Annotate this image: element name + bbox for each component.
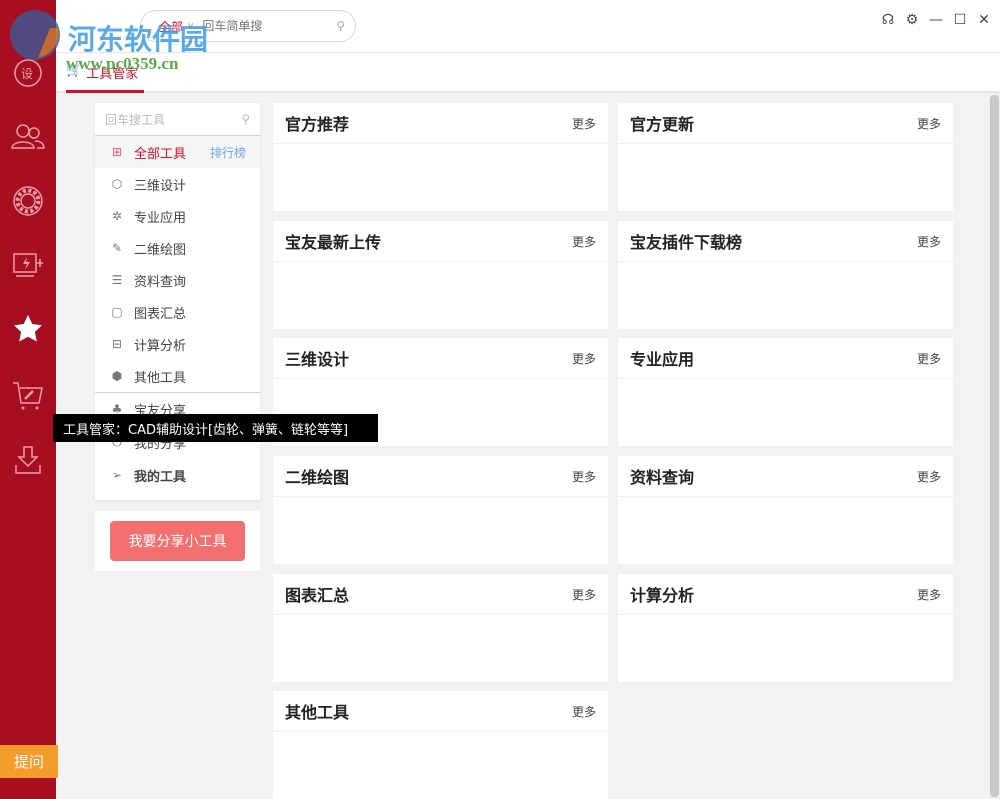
scrollbar[interactable] [989, 93, 1000, 799]
category-label: 图表汇总 [134, 306, 187, 322]
more-link[interactable]: 更多 [572, 233, 596, 250]
bearing-icon[interactable] [10, 183, 46, 219]
section-title: 资料查询 [630, 468, 695, 487]
section-title: 官方推荐 [285, 115, 350, 134]
more-link[interactable]: 更多 [917, 233, 941, 250]
section-title: 二维绘图 [285, 468, 350, 487]
chart-doc-icon: ▢ [111, 305, 123, 319]
section-card: 官方更新 更多 [618, 103, 953, 211]
more-link[interactable]: 更多 [917, 586, 941, 603]
cart-wrench-icon[interactable] [10, 378, 46, 414]
headset-icon[interactable]: ☊ [880, 12, 896, 28]
category-charts[interactable]: ▢ 图表汇总 [95, 296, 260, 328]
section-card: 宝友最新上传 更多 [273, 221, 608, 329]
search-scope-select[interactable]: 全部 [159, 18, 183, 35]
category-3d-design[interactable]: ⬡ 三维设计 [95, 168, 260, 200]
more-link[interactable]: 更多 [572, 115, 596, 132]
more-link[interactable]: 更多 [917, 468, 941, 485]
category-label: 专业应用 [134, 210, 187, 226]
category-all-tools[interactable]: ⊞ 全部工具 排行榜 [95, 136, 260, 168]
svg-text:设: 设 [21, 67, 33, 81]
section-card: 二维绘图 更多 [273, 456, 608, 564]
section-card: 计算分析 更多 [618, 574, 953, 682]
category-label: 其他工具 [134, 370, 187, 386]
section-title: 宝友插件下载榜 [630, 233, 743, 252]
gear-icon[interactable]: ⚙ [904, 12, 920, 28]
ranking-link[interactable]: 排行榜 [210, 144, 246, 161]
menu-label: 我的工具 [134, 469, 187, 485]
section-title: 专业应用 [630, 350, 695, 369]
chevron-down-icon[interactable]: ∨ [187, 21, 194, 32]
section-card: 专业应用 更多 [618, 338, 953, 446]
more-link[interactable]: 更多 [917, 350, 941, 367]
gear-ring-icon: ✲ [111, 209, 123, 223]
tab-label: 工具管家 [86, 67, 139, 82]
more-link[interactable]: 更多 [572, 350, 596, 367]
left-rail: 设 [0, 0, 56, 799]
category-label: 计算分析 [134, 338, 187, 354]
more-link[interactable]: 更多 [917, 115, 941, 132]
global-search: 全部 ∨ ⚲ [140, 10, 356, 42]
more-link[interactable]: 更多 [572, 468, 596, 485]
share-panel: 我要分享小工具 [95, 511, 260, 571]
star-icon[interactable] [10, 311, 46, 347]
cube-icon: ⬡ [111, 177, 123, 191]
category-label: 全部工具 [134, 146, 187, 162]
section-card: 宝友插件下载榜 更多 [618, 221, 953, 329]
category-2d-drawing[interactable]: ✎ 二维绘图 [95, 232, 260, 264]
section-title: 宝友最新上传 [285, 233, 382, 252]
ask-question-button[interactable]: 提问 [0, 745, 58, 778]
section-card: 官方推荐 更多 [273, 103, 608, 211]
search-icon[interactable]: ⚲ [241, 112, 250, 126]
section-title: 三维设计 [285, 350, 350, 369]
category-label: 资料查询 [134, 274, 187, 290]
share-tool-button[interactable]: 我要分享小工具 [110, 521, 245, 561]
category-label: 三维设计 [134, 178, 187, 194]
category-calculation[interactable]: ⊟ 计算分析 [95, 328, 260, 360]
section-title: 图表汇总 [285, 586, 350, 605]
search-icon[interactable]: ⚲ [336, 19, 345, 33]
calculator-icon: ⊟ [111, 337, 123, 351]
grid-icon: ⊞ [111, 145, 123, 159]
section-title: 计算分析 [630, 586, 695, 605]
section-card: 资料查询 更多 [618, 456, 953, 564]
section-title: 官方更新 [630, 115, 695, 134]
design-icon[interactable]: 设 [10, 55, 46, 91]
tooltip: 工具管家：CAD辅助设计[齿轮、弹簧、链轮等等] [53, 414, 378, 442]
maximize-icon[interactable]: ☐ [952, 12, 968, 28]
motor-icon[interactable] [10, 246, 46, 282]
section-card: 图表汇总 更多 [273, 574, 608, 682]
category-professional[interactable]: ✲ 专业应用 [95, 200, 260, 232]
minimize-icon[interactable]: — [928, 12, 944, 28]
category-label: 二维绘图 [134, 242, 187, 258]
close-icon[interactable]: ✕ [976, 12, 992, 28]
scrollbar-thumb[interactable] [990, 95, 999, 797]
tool-search[interactable]: 回车搜工具 ⚲ [95, 103, 260, 136]
section-card: 其他工具 更多 [273, 691, 608, 799]
more-link[interactable]: 更多 [572, 703, 596, 720]
top-bar: 全部 ∨ ⚲ ☊ ⚙ — ☐ ✕ [56, 0, 1000, 53]
hex-icon: ⬢ [111, 369, 123, 383]
global-search-input[interactable] [202, 19, 337, 33]
category-data-query[interactable]: ☰ 资料查询 [95, 264, 260, 296]
tool-search-input[interactable]: 回车搜工具 [105, 111, 165, 128]
tab-bar: 🛒 工具管家 [56, 53, 1000, 93]
send-icon: ➢ [111, 468, 123, 482]
database-icon: ☰ [111, 273, 123, 287]
users-icon[interactable] [10, 118, 46, 154]
drafting-icon: ✎ [111, 241, 123, 255]
tab-tool-manager[interactable]: 🛒 工具管家 [66, 63, 144, 93]
menu-my-tools[interactable]: ➢ 我的工具 [95, 459, 260, 491]
download-icon[interactable] [10, 442, 46, 478]
more-link[interactable]: 更多 [572, 586, 596, 603]
category-other[interactable]: ⬢ 其他工具 [95, 360, 260, 392]
cart-tool-icon: 🛒 [66, 63, 83, 78]
section-title: 其他工具 [285, 703, 350, 722]
